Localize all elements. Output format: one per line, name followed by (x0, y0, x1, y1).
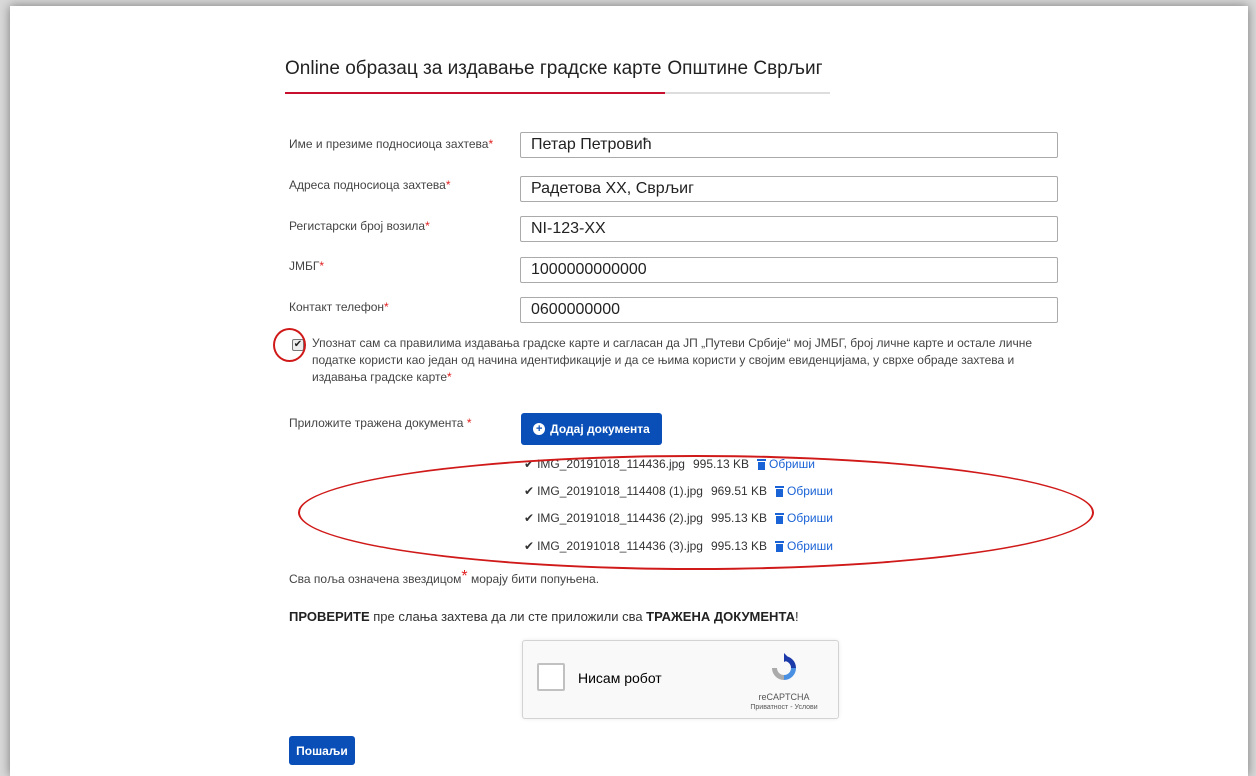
title-main: Online образац за издавање градске карте (285, 58, 662, 79)
recaptcha-checkbox[interactable] (537, 663, 565, 691)
attach-label-text: Приложите тражена документа (289, 416, 464, 430)
required-note: Сва поља означена звездицом* морају бити… (289, 568, 600, 588)
title-underline-accent (285, 92, 665, 94)
recaptcha-brand: reCAPTCHA (758, 692, 810, 702)
consent-text: Упознат сам са правилима издавања градск… (312, 336, 1033, 384)
required-star: * (488, 137, 494, 151)
title-underline (285, 92, 830, 94)
label-jmbg: ЈМБГ* (289, 259, 324, 273)
page-title: Online образац за издавање градске карте… (285, 58, 823, 80)
label-text: ЈМБГ (289, 259, 320, 273)
jmbg-input[interactable] (520, 257, 1058, 283)
label-text: Адреса подносиоца захтева (289, 178, 446, 192)
registration-input[interactable] (520, 216, 1058, 242)
check-reminder: ПРОВЕРИТЕ пре слања захтева да ли сте пр… (289, 609, 799, 624)
label-text: Контакт телефон (289, 300, 385, 314)
label-phone: Контакт телефон* (289, 300, 389, 314)
full-name-input[interactable] (520, 132, 1058, 158)
plus-circle-icon: + (533, 423, 546, 435)
recaptcha-logo: reCAPTCHA Приватност - Услови (744, 653, 824, 711)
label-full-name: Име и презиме подносиоца захтева* (289, 137, 493, 151)
annotation-circle (273, 328, 306, 362)
label-address: Адреса подносиоца захтева* (289, 178, 451, 192)
add-documents-label: Додај документа (550, 422, 650, 436)
attach-label: Приложите тражена документа * (289, 416, 471, 430)
required-star: * (425, 219, 430, 233)
required-star: * (461, 568, 468, 585)
submit-button[interactable]: Пошаљи (289, 736, 355, 765)
required-star: * (466, 416, 472, 430)
label-registration: Регистарски број возила* (289, 219, 430, 233)
check-mid: пре слања захтева да ли сте приложили св… (369, 609, 647, 624)
add-documents-button[interactable]: + Додај документа (521, 413, 662, 445)
check-end: ! (794, 609, 799, 624)
check-strong-2: ТРАЖЕНА ДОКУМЕНТА (646, 609, 795, 624)
check-strong-1: ПРОВЕРИТЕ (289, 609, 370, 624)
required-star: * (445, 178, 451, 192)
recaptcha-icon (772, 653, 796, 680)
annotation-ellipse (298, 455, 1094, 570)
label-text: Име и презиме подносиоца захтева (289, 137, 489, 151)
required-star: * (319, 259, 325, 273)
phone-input[interactable] (520, 297, 1058, 323)
title-municipality: Општине Сврљиг (667, 58, 823, 79)
label-text: Регистарски број возила (289, 219, 426, 233)
address-input[interactable] (520, 176, 1058, 202)
recaptcha-label: Нисам робот (578, 670, 662, 686)
note-text: Сва поља означена звездицом (289, 572, 462, 586)
consent-block: Упознат сам са правилима издавања градск… (292, 335, 1052, 386)
required-star: * (447, 370, 452, 384)
required-star: * (384, 300, 389, 314)
note-text-end: морају бити попуњена. (467, 572, 600, 586)
recaptcha-legal-links[interactable]: Приватност - Услови (744, 704, 824, 711)
recaptcha-widget: Нисам робот reCAPTCHA Приватност - Услов… (522, 640, 839, 719)
